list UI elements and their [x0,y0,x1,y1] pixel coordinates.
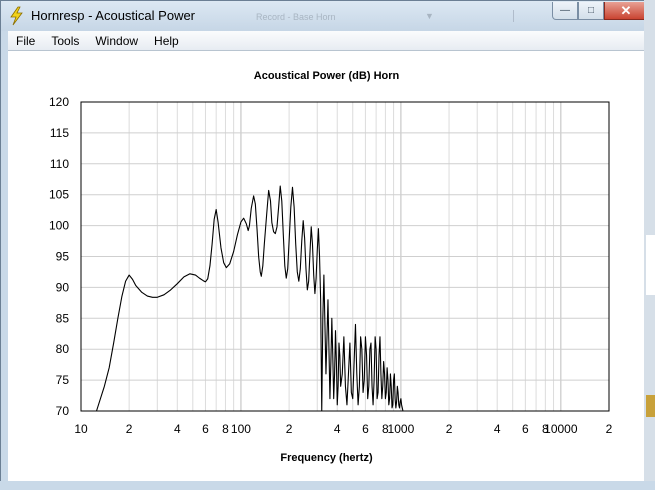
x-tick-label: 4 [334,422,341,436]
window-title: Hornresp - Acoustical Power [31,8,196,23]
x-tick-label: 2 [446,422,453,436]
y-tick-label: 80 [56,342,70,356]
close-icon: ✕ [620,2,632,18]
desktop-edge [644,0,655,490]
app-window: Hornresp - Acoustical Power Record - Bas… [0,0,653,488]
menu-file[interactable]: File [8,34,43,48]
y-tick-label: 120 [49,95,69,109]
window-bottom-border [0,481,655,490]
y-tick-label: 85 [56,311,70,325]
y-tick-label: 105 [49,188,69,202]
x-tick-label: 2 [606,422,613,436]
x-axis-label: Frequency (hertz) [280,452,373,464]
menu-help[interactable]: Help [146,34,187,48]
minimize-icon: — [560,5,570,16]
series-line [95,185,404,412]
y-tick-label: 95 [56,250,70,264]
menu-tools[interactable]: Tools [43,34,87,48]
y-tick-label: 100 [49,219,69,233]
background-window-title: Record - Base Horn [256,12,336,22]
desktop-fragment-accent [646,395,655,417]
close-button[interactable]: ✕ [604,2,648,20]
desktop-fragment [646,235,655,295]
y-tick-label: 70 [56,404,70,418]
x-tick-label: 10000 [544,422,578,436]
x-tick-label: 2 [286,422,293,436]
y-tick-label: 115 [50,126,69,140]
minimize-button[interactable]: — [552,2,578,20]
acoustical-power-chart: 70758085909510010511011512010 2 4 6 8 100 2 4 6 8… [49,95,613,436]
title-separator [513,10,514,22]
chart-area: Acoustical Power (dB) Horn 70 75 80 85 90 95 1… [8,51,645,481]
x-tick-label: 10 [74,422,88,436]
maximize-icon: □ [587,5,595,16]
x-tick-label: 4 [494,422,501,436]
hornresp-app-icon [10,6,23,26]
x-tick-label: 6 [522,422,529,436]
x-tick-label: 1000 [388,422,415,436]
caption-buttons: — □ ✕ [552,2,648,20]
x-tick-label: 8 [222,422,229,436]
x-tick-label: 6 [362,422,369,436]
y-tick-label: 75 [56,373,70,387]
menu-bar: File Tools Window Help [8,31,645,51]
maximize-button[interactable]: □ [578,2,604,20]
x-tick-label: 6 [202,422,209,436]
x-tick-label: 2 [126,422,133,436]
y-tick-label: 90 [56,280,70,294]
menu-window[interactable]: Window [87,34,146,48]
chevron-down-icon: ▼ [425,11,434,21]
x-tick-label: 4 [174,422,181,436]
x-tick-label: 100 [231,422,251,436]
title-bar[interactable]: Hornresp - Acoustical Power Record - Bas… [1,1,652,31]
y-tick-label: 110 [50,157,69,171]
